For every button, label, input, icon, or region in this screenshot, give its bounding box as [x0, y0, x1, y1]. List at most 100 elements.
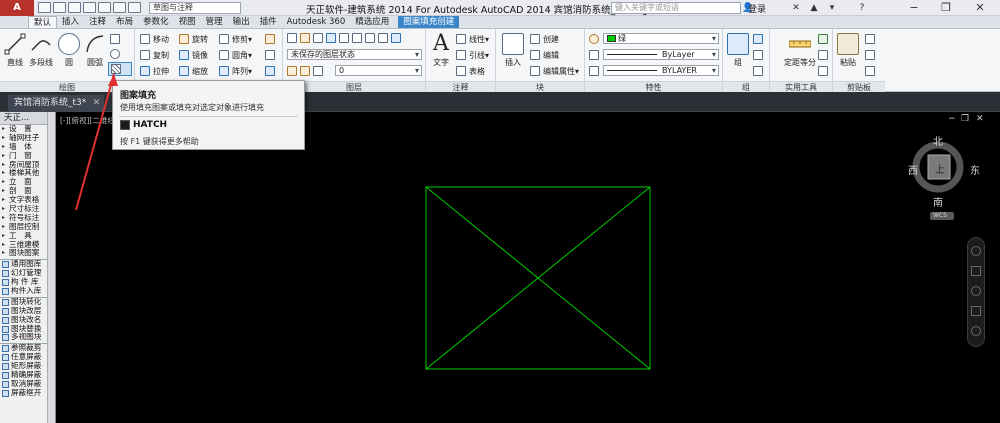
- arc-button[interactable]: 圆弧: [82, 33, 108, 68]
- linetype-dropdown[interactable]: ByLayer: [603, 49, 719, 60]
- layer-on-icon[interactable]: [300, 33, 310, 43]
- tab-output[interactable]: 输出: [228, 16, 255, 28]
- document-tab[interactable]: 宾馆消防系统_t3* ✕: [8, 95, 105, 112]
- group-edit-button[interactable]: [753, 49, 766, 61]
- layer-freeze-all-icon[interactable]: [365, 33, 375, 43]
- undo-icon[interactable]: [113, 2, 126, 13]
- viewport-restore-icon[interactable]: ❐: [961, 114, 969, 124]
- tab-autodesk-360[interactable]: Autodesk 360: [282, 16, 351, 28]
- layer-freeze-icon[interactable]: [313, 33, 323, 43]
- orbit-icon[interactable]: [971, 306, 981, 316]
- ellipse-button[interactable]: [110, 48, 123, 60]
- tab-default[interactable]: 默认: [28, 16, 58, 28]
- tab-view[interactable]: 视图: [174, 16, 201, 28]
- palette-item[interactable]: 构件入库: [0, 286, 47, 296]
- fillet-button[interactable]: 圆角 ▾: [219, 49, 252, 61]
- help-icon[interactable]: ?: [856, 2, 868, 14]
- workspace-dropdown[interactable]: 草图与注释: [149, 1, 241, 14]
- tab-parametric[interactable]: 参数化: [138, 16, 174, 28]
- circle-button[interactable]: 圆: [56, 33, 82, 68]
- properties-panel-title[interactable]: 特性: [585, 81, 722, 92]
- polyline-button[interactable]: 多段线: [28, 33, 54, 68]
- layer-walk-icon[interactable]: [378, 33, 388, 43]
- viewport-close-icon[interactable]: ✕: [976, 114, 984, 124]
- layer-state-dropdown[interactable]: 未保存的图层状态: [287, 49, 422, 60]
- array-button[interactable]: 阵列 ▾: [219, 65, 252, 77]
- close-button[interactable]: ✕: [966, 0, 994, 16]
- palette-item[interactable]: 多视图块: [0, 333, 47, 342]
- copy-clip-button[interactable]: [865, 49, 878, 61]
- block-panel-title[interactable]: 块: [496, 81, 584, 92]
- paste-button[interactable]: 粘贴: [835, 33, 861, 68]
- viewport-minimize-icon[interactable]: −: [948, 114, 956, 124]
- tab-manage[interactable]: 管理: [201, 16, 228, 28]
- move-button[interactable]: 移动: [140, 33, 169, 45]
- scale-button[interactable]: 缩放: [179, 65, 208, 77]
- search-input[interactable]: 键入关键字或短语: [611, 2, 741, 14]
- tab-featured-apps[interactable]: 精选应用: [350, 16, 394, 28]
- linear-dimension-button[interactable]: 线性 ▾: [456, 33, 489, 45]
- offset-button[interactable]: [265, 65, 278, 77]
- color-dropdown[interactable]: 绿: [603, 33, 719, 44]
- utilities-panel-title[interactable]: 实用工具: [770, 81, 832, 92]
- viewcube-north[interactable]: 北: [933, 133, 943, 148]
- tab-plugins[interactable]: 插件: [255, 16, 282, 28]
- lineweight-dropdown[interactable]: BYLAYER: [603, 65, 719, 76]
- viewcube-top[interactable]: 上: [935, 161, 945, 176]
- insert-block-button[interactable]: 插入: [500, 33, 526, 68]
- open-icon[interactable]: [53, 2, 66, 13]
- layer-match-icon[interactable]: [391, 33, 401, 43]
- text-button[interactable]: A 文字: [428, 33, 454, 68]
- calculator-button[interactable]: [818, 65, 831, 77]
- drawing-canvas[interactable]: [56, 112, 1000, 423]
- table-button[interactable]: 表格: [456, 65, 485, 77]
- autodesk-360-icon[interactable]: ▲: [808, 2, 820, 14]
- viewcube-west[interactable]: 西: [908, 162, 918, 177]
- line-button[interactable]: 直线: [2, 33, 28, 68]
- match-properties-icon[interactable]: [589, 33, 602, 45]
- create-block-button[interactable]: 创建: [530, 33, 559, 45]
- layer-off-icon[interactable]: [352, 33, 362, 43]
- group-button[interactable]: 组: [725, 33, 751, 68]
- match-prop-button[interactable]: [865, 65, 878, 77]
- palette-item[interactable]: ▸ 图块图案: [0, 249, 47, 258]
- save-as-icon[interactable]: [83, 2, 96, 13]
- tab-annotate[interactable]: 注释: [84, 16, 111, 28]
- measure-button[interactable]: 定距等分: [778, 33, 822, 68]
- showmotion-icon[interactable]: [971, 326, 981, 336]
- pan-icon[interactable]: [971, 266, 981, 276]
- tab-layout[interactable]: 布局: [111, 16, 138, 28]
- copy-button[interactable]: 复制: [140, 49, 169, 61]
- stretch-button[interactable]: 拉伸: [140, 65, 169, 77]
- exchange-icon[interactable]: ✕: [790, 2, 802, 14]
- new-icon[interactable]: [38, 2, 51, 13]
- quick-select-button[interactable]: [818, 33, 831, 45]
- hatch-button[interactable]: [108, 62, 132, 76]
- help-dropdown-icon[interactable]: ▾: [826, 2, 838, 14]
- redo-icon[interactable]: [128, 2, 141, 13]
- viewcube-south[interactable]: 南: [933, 194, 943, 209]
- layer-lock-icon[interactable]: [326, 33, 336, 43]
- annotation-panel-title[interactable]: 注释: [426, 81, 495, 92]
- tab-hatch-creation[interactable]: 图案填充创建: [398, 16, 460, 28]
- explode-button[interactable]: [265, 49, 278, 61]
- viewcube-east[interactable]: 东: [970, 162, 980, 177]
- layer-properties-icon[interactable]: [287, 33, 297, 43]
- layer-isolate-icon[interactable]: [339, 33, 349, 43]
- restore-button[interactable]: ❐: [932, 0, 960, 16]
- login-link[interactable]: 登录: [748, 2, 766, 15]
- ungroup-button[interactable]: [753, 33, 766, 45]
- rotate-button[interactable]: 旋转: [179, 33, 208, 45]
- application-menu-button[interactable]: A: [0, 0, 34, 16]
- plot-icon[interactable]: [98, 2, 111, 13]
- rectangle-button[interactable]: [110, 33, 123, 45]
- palette-scrollbar[interactable]: [48, 112, 56, 423]
- palette-item[interactable]: 屏蔽框开: [0, 388, 47, 398]
- zoom-icon[interactable]: [971, 286, 981, 296]
- wcs-label[interactable]: WCS: [933, 212, 947, 219]
- trim-button[interactable]: 修剪 ▾: [219, 33, 252, 45]
- tab-insert[interactable]: 插入: [57, 16, 84, 28]
- leader-button[interactable]: 引线 ▾: [456, 49, 489, 61]
- mirror-button[interactable]: 镜像: [179, 49, 208, 61]
- group-select-button[interactable]: [753, 65, 766, 77]
